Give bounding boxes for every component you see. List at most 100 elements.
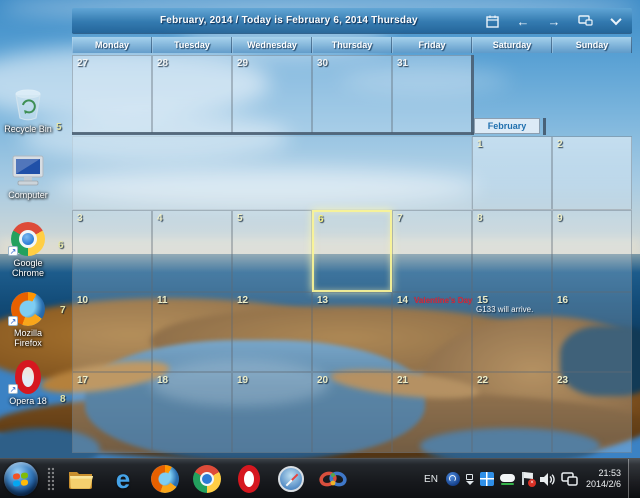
taskbar-chrome-button[interactable] <box>186 461 228 497</box>
safari-compass-icon <box>278 466 304 492</box>
month-separator-tick <box>543 118 546 135</box>
volume-icon[interactable] <box>540 473 555 486</box>
desktop-icon-label: Computer <box>2 190 54 200</box>
desktop-icon-google-chrome[interactable]: ↗ Google Chrome <box>2 218 54 278</box>
day-number: 16 <box>553 293 631 306</box>
day-cell[interactable]: 11 <box>152 292 232 372</box>
day-number: 21 <box>393 373 471 386</box>
tray-cloud-security-icon[interactable] <box>500 473 515 485</box>
windows-logo-icon <box>13 472 29 487</box>
language-indicator[interactable]: EN <box>424 474 438 485</box>
day-cell[interactable]: 22 <box>472 372 552 453</box>
day-header: Thursday <box>312 37 392 53</box>
day-number: 6 <box>314 212 390 225</box>
desktop-icon-opera-18[interactable]: ↗ Opera 18 <box>2 356 54 406</box>
day-number: 30 <box>313 56 391 69</box>
day-cell[interactable]: 9 <box>552 210 632 292</box>
empty-week-area <box>72 136 472 210</box>
day-number: 27 <box>73 56 151 69</box>
taskbar-safari-button[interactable] <box>270 461 312 497</box>
tray-clock[interactable]: 21:53 2014/2/6 <box>586 468 621 490</box>
calendar-week-row: 3 4 5 6 7 8 9 <box>72 210 632 292</box>
chrome-icon <box>193 465 221 493</box>
taskbar-explorer-button[interactable] <box>60 461 102 497</box>
infinity-colored-icon <box>318 469 348 489</box>
firefox-icon <box>151 465 179 493</box>
display-settings-icon[interactable] <box>577 13 593 29</box>
week-number: 6 <box>58 240 64 251</box>
calendar-title: February, 2014 / Today is February 6, 20… <box>160 15 418 26</box>
calendar-week-row: 10 11 12 13 14 15 16 <box>72 292 632 372</box>
day-cell[interactable]: 20 <box>312 372 392 453</box>
day-number: 19 <box>233 373 311 386</box>
opera-icon <box>238 465 260 493</box>
taskbar-infinity-app-button[interactable] <box>312 461 354 497</box>
day-cell[interactable]: 3 <box>72 210 152 292</box>
prev-month-arrow-icon[interactable]: ← <box>515 13 531 29</box>
tray-calendar-grid-icon[interactable] <box>480 472 494 486</box>
show-desktop-button[interactable] <box>628 459 640 498</box>
taskbar-opera-button[interactable] <box>228 461 270 497</box>
calendar-titlebar[interactable]: February, 2014 / Today is February 6, 20… <box>72 8 632 34</box>
day-number: 12 <box>233 293 311 306</box>
desktop-icon-label: Recycle Bin <box>2 124 54 134</box>
day-number: 8 <box>473 211 551 224</box>
day-cell[interactable]: 30 <box>312 55 392 134</box>
day-cell[interactable]: 16 <box>552 292 632 372</box>
day-cell[interactable]: 10 <box>72 292 152 372</box>
day-number: 28 <box>153 56 231 69</box>
calendar-icon[interactable] <box>484 13 500 29</box>
day-cell[interactable]: 5 <box>232 210 312 292</box>
day-cell[interactable]: 29 <box>232 55 312 134</box>
day-number: 17 <box>73 373 151 386</box>
taskbar-grip <box>47 467 54 491</box>
holiday-note: Valentine's Day <box>414 296 472 305</box>
week-number: 5 <box>56 122 62 133</box>
day-number: 4 <box>153 211 231 224</box>
start-button[interactable] <box>4 462 38 496</box>
day-header-row: Monday Tuesday Wednesday Thursday Friday… <box>72 37 632 53</box>
desktop-icon-computer[interactable]: Computer <box>2 150 54 200</box>
day-cell[interactable]: 15 <box>472 292 552 372</box>
computer-icon <box>10 154 46 188</box>
day-cell[interactable]: 23 <box>552 372 632 453</box>
month-tab: February <box>474 118 540 134</box>
desktop-icon-mozilla-firefox[interactable]: ↗ Mozilla Firefox <box>2 288 54 348</box>
day-cell[interactable]: 31 <box>392 55 472 134</box>
taskbar-firefox-button[interactable] <box>144 461 186 497</box>
day-cell[interactable]: 18 <box>152 372 232 453</box>
day-number: 29 <box>233 56 311 69</box>
day-number: 9 <box>553 211 631 224</box>
show-hidden-icons-button[interactable] <box>466 474 474 485</box>
taskbar-internet-explorer-button[interactable]: e <box>102 461 144 497</box>
clock-time: 21:53 <box>586 468 621 479</box>
day-cell[interactable]: 17 <box>72 372 152 453</box>
next-month-arrow-icon[interactable]: → <box>546 13 562 29</box>
day-cell[interactable]: 13 <box>312 292 392 372</box>
day-cell[interactable]: 7 <box>392 210 472 292</box>
desktop-icon-recycle-bin[interactable]: Recycle Bin <box>2 84 54 134</box>
day-cell[interactable]: 1 <box>472 136 552 210</box>
day-cell[interactable]: 19 <box>232 372 312 453</box>
day-cell[interactable]: 2 <box>552 136 632 210</box>
day-number: 10 <box>73 293 151 306</box>
day-cell[interactable]: 4 <box>152 210 232 292</box>
day-header: Tuesday <box>152 37 232 53</box>
opera-icon <box>15 360 41 394</box>
recycle-bin-icon <box>12 86 44 122</box>
display-connect-icon[interactable] <box>561 472 578 486</box>
day-cell[interactable]: 8 <box>472 210 552 292</box>
month-separator-line <box>72 132 474 135</box>
error-x-badge: × <box>528 479 536 487</box>
day-cell[interactable]: 21 <box>392 372 472 453</box>
week-number: 7 <box>60 305 66 316</box>
desktop-icon-label: Google Chrome <box>2 258 54 278</box>
action-center-flag-icon[interactable]: × <box>521 472 534 486</box>
tray-app-blue-circle-icon[interactable] <box>446 472 460 486</box>
day-cell[interactable]: 12 <box>232 292 312 372</box>
day-cell[interactable]: 28 <box>152 55 232 134</box>
chevron-down-icon[interactable] <box>608 13 624 29</box>
today-cell[interactable]: 6 <box>312 210 392 292</box>
day-cell[interactable]: 27 <box>72 55 152 134</box>
day-number: 7 <box>393 211 471 224</box>
